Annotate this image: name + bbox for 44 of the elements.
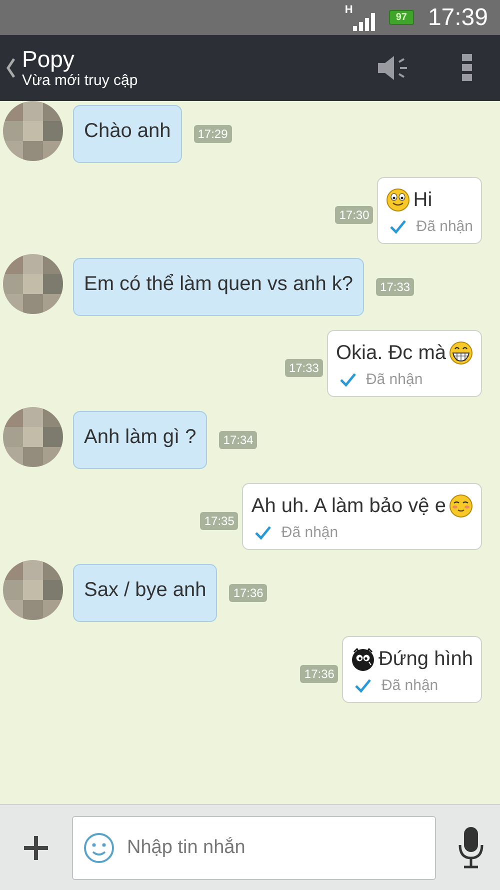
message-time: 17:35: [200, 512, 238, 530]
check-icon: [390, 220, 406, 234]
contact-name: Popy: [22, 46, 76, 72]
signal-icon: [352, 12, 375, 30]
menu-icon[interactable]: [462, 54, 472, 82]
microphone-icon[interactable]: [458, 826, 484, 868]
delivery-status: Đã nhận: [366, 371, 423, 388]
speaker-icon[interactable]: [376, 54, 410, 82]
message-time: 17:34: [219, 431, 258, 449]
message-text: Hi: [413, 188, 432, 212]
avatar: [3, 254, 63, 314]
status-time: 17:39: [428, 4, 488, 32]
last-seen-status: Vừa mới truy cập: [22, 72, 139, 90]
back-icon: [6, 57, 16, 79]
check-icon: [355, 678, 372, 692]
check-icon: [255, 526, 272, 540]
avatar: [3, 560, 63, 620]
check-icon: [340, 372, 356, 386]
delivery-status: Đã nhận: [416, 218, 473, 235]
message-time: 17:33: [376, 278, 414, 296]
avatar: [3, 101, 63, 161]
delivery-status: Đã nhận: [381, 677, 438, 694]
network-type: H: [344, 4, 353, 16]
battery-level: 97: [388, 10, 414, 25]
message-time: 17:33: [284, 359, 323, 377]
emoji-icon[interactable]: [83, 832, 115, 864]
message-text: Đứng hình: [378, 648, 473, 670]
grinning-face-icon: [449, 341, 473, 365]
delivery-status: Đã nhận: [281, 524, 338, 541]
message-text: Sax / bye anh: [84, 579, 206, 602]
message-time: 17:36: [229, 584, 268, 602]
message-time: 17:36: [300, 665, 338, 683]
avatar: [3, 407, 63, 467]
owl-face-icon: [351, 647, 376, 671]
smiley-icon: [386, 188, 410, 212]
message-text: Em có thể làm quen vs anh k?: [84, 273, 354, 296]
message-time: 17:30: [335, 206, 374, 224]
add-icon[interactable]: [22, 834, 50, 862]
message-text: Anh làm gì ?: [84, 426, 196, 449]
blushing-face-icon: [449, 494, 473, 518]
message-text: Chào anh: [84, 120, 171, 143]
message-text: Ah uh. A làm bảo vệ e: [251, 494, 446, 518]
message-text: Okia. Đc mà: [336, 342, 446, 364]
message-time: 17:29: [194, 125, 232, 143]
